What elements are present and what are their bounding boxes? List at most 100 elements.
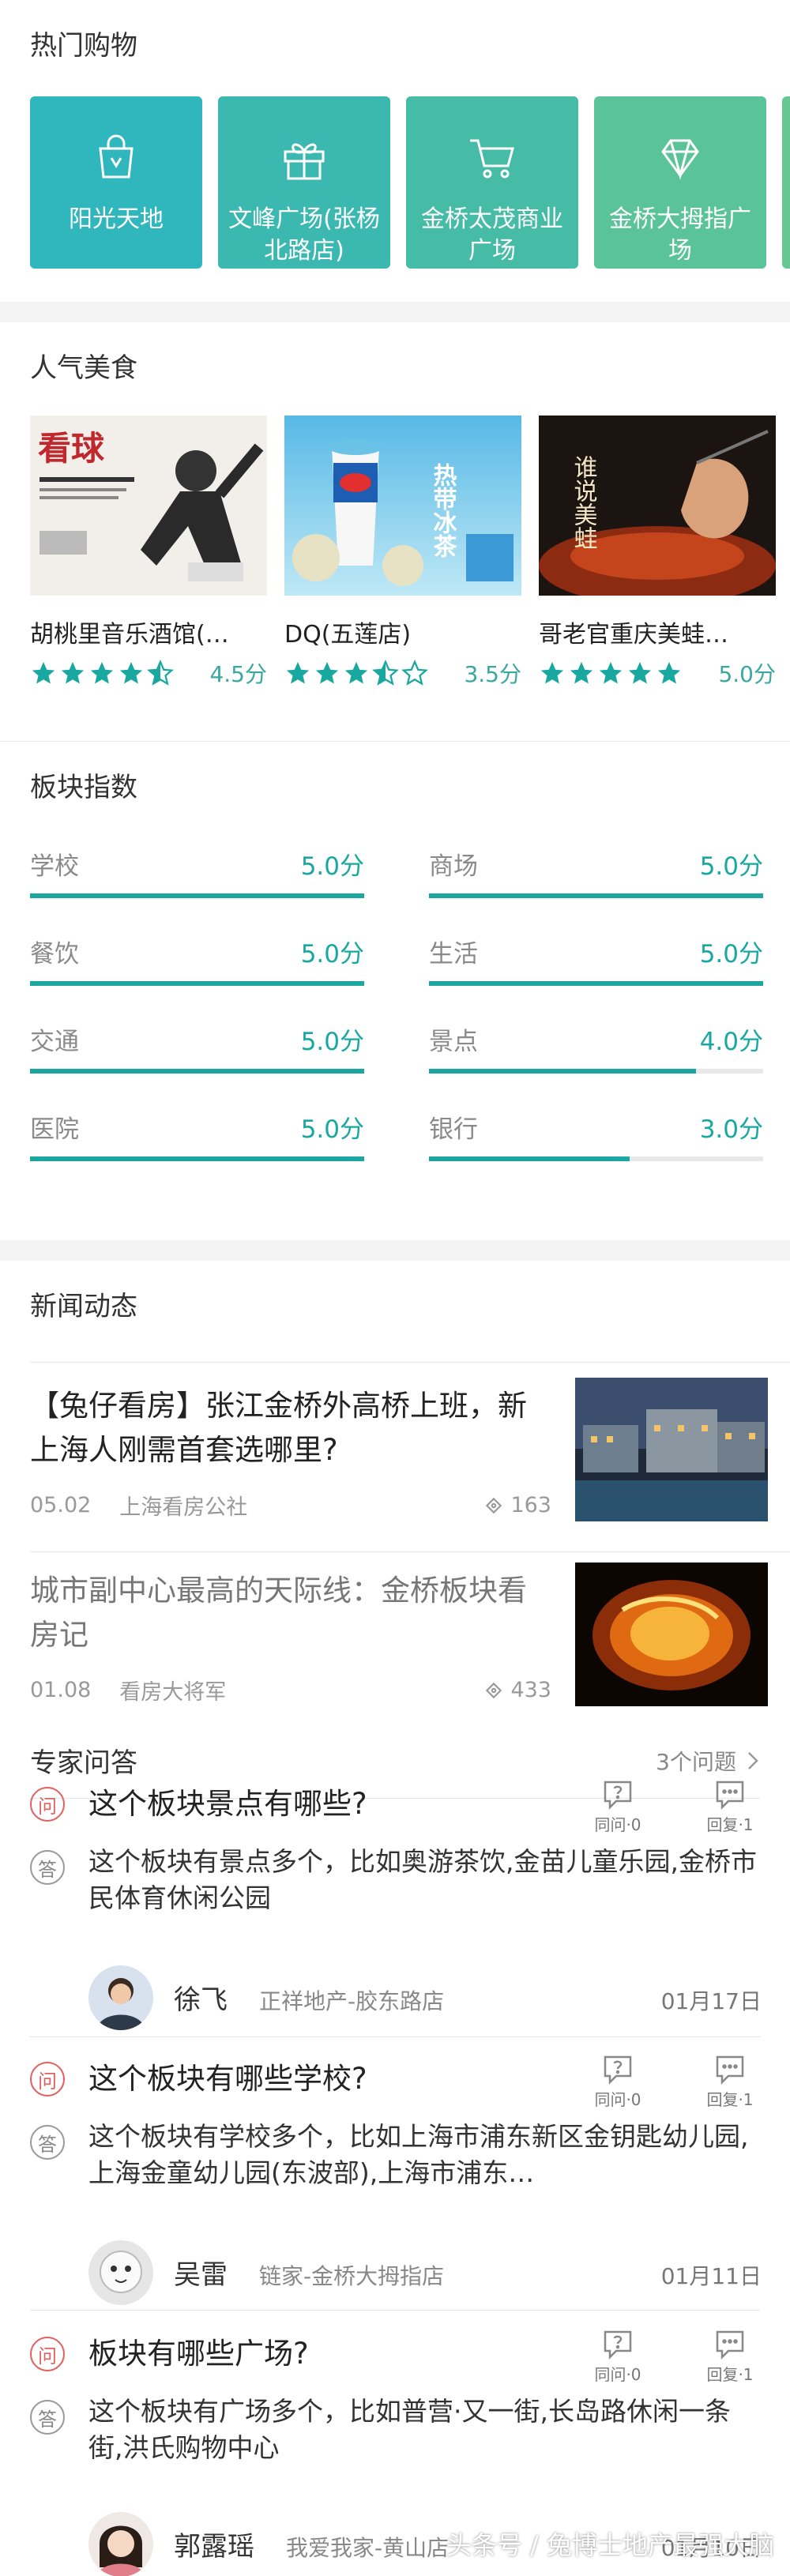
index-bar-fill — [429, 1156, 630, 1161]
news-views: 433 — [483, 1678, 551, 1702]
news-headline: 【兔仔看房】张江金桥外高桥上班，新上海人刚需首套选哪里? — [30, 1389, 527, 1467]
shop-card-more[interactable] — [782, 96, 790, 269]
star-full-icon — [628, 661, 652, 684]
answer-date: 01月11日 — [660, 2263, 762, 2289]
shop-card-yangguang[interactable]: 阳光天地 — [30, 96, 202, 269]
index-grid: 学校 5.0分 商场 5.0分 餐饮 5.0分 生活 5.0分 交通 5.0分 景点 4.0… — [30, 835, 763, 1186]
same-question-label: 同问·0 — [594, 2090, 641, 2109]
food-rating: 3.5分 — [284, 657, 521, 689]
svg-text:热带冰茶: 热带冰茶 — [429, 463, 457, 558]
news-title: 新闻动态 — [30, 1291, 137, 1322]
star-half-icon — [372, 660, 399, 686]
star-full-icon — [344, 661, 368, 684]
qa-header[interactable]: 专家问答 3个问题 — [30, 1741, 760, 1780]
shop-card-damuzhi[interactable]: 金桥大拇指广场 — [594, 96, 766, 269]
news-meta: 01.08 看房大将军 433 — [30, 1675, 551, 1705]
star-half-icon — [147, 660, 174, 686]
food-rating: 4.5分 — [30, 657, 267, 689]
news-source: 看房大将军 — [119, 1680, 227, 1705]
food-list: 看球 胡桃里音乐酒馆(… 4.5分 热带冰茶 DQ(五莲店) 3.5分 谁说美蛙… — [30, 416, 776, 689]
answerer[interactable]: 徐飞 正祥地产-胶东路店 01月17日 — [88, 1965, 762, 2030]
shopping-bag-icon — [99, 134, 134, 179]
index-bar — [30, 1069, 364, 1074]
reply-button[interactable]: 回复·1 — [698, 2329, 762, 2385]
food-image: 看球 — [30, 416, 267, 596]
same-question-button[interactable]: 同问·0 — [586, 2329, 649, 2385]
star-empty-icon — [401, 660, 428, 686]
watermark: 头条号 / 兔博士地产最强大脑 — [446, 2530, 774, 2560]
index-bar-fill — [429, 981, 763, 986]
shop-card-label: 文峰广场(张杨北路店) — [228, 205, 380, 265]
qa-item[interactable]: 问 这个板块景点有哪些? 同问·0 回复·1 答 这个板块有景点多个，比如奥游茶… — [30, 1781, 762, 2030]
answerer-name: 郭露瑶 — [174, 2531, 254, 2563]
index-value: 4.0分 — [699, 1028, 763, 1056]
reply-button[interactable]: 回复·1 — [698, 2054, 762, 2110]
star-full-icon — [570, 661, 593, 684]
news-thumbnail — [575, 1563, 768, 1706]
reply-label: 回复·1 — [706, 2090, 754, 2109]
star-full-icon — [61, 661, 85, 684]
rating-score: 3.5分 — [464, 661, 521, 687]
answer-text: 这个板块有景点多个，比如奥游茶饮,金苗儿童乐园,金桥市民体育休闲公园 — [88, 1846, 757, 1913]
answerer[interactable]: 吴雷 链家-金桥大拇指店 01月11日 — [88, 2240, 762, 2305]
food-name: 胡桃里音乐酒馆(… — [30, 621, 229, 649]
question-badge: 问 — [30, 2337, 65, 2371]
qa-title: 专家问答 — [30, 1747, 137, 1779]
index-item: 餐饮 5.0分 — [30, 923, 364, 1010]
index-bar — [30, 893, 364, 898]
index-item: 交通 5.0分 — [30, 1010, 364, 1098]
answerer-company: 链家-金桥大拇指店 — [259, 2263, 445, 2289]
index-bar — [429, 1069, 763, 1074]
same-question-button[interactable]: 同问·0 — [586, 1779, 649, 1835]
index-bar — [429, 981, 763, 986]
news-meta: 05.02 上海看房公社 163 — [30, 1490, 551, 1521]
avatar — [88, 2240, 153, 2305]
shop-card-wenfeng[interactable]: 文峰广场(张杨北路店) — [218, 96, 390, 269]
cart-icon — [470, 139, 514, 179]
answer-badge: 答 — [30, 2400, 65, 2435]
qa-item[interactable]: 问 这个板块有哪些学校? 同问·0 回复·1 答 这个板块有学校多个，比如上海市… — [30, 2055, 762, 2305]
question-text: 这个板块景点有哪些? — [88, 1787, 367, 1821]
avatar — [88, 1965, 153, 2030]
news-item[interactable]: 【兔仔看房】张江金桥外高桥上班，新上海人刚需首套选哪里? 05.02 上海看房公… — [30, 1378, 768, 1544]
index-section: 板块指数 学校 5.0分 商场 5.0分 餐饮 5.0分 生活 5.0分 交通 5.0分 … — [0, 741, 790, 1240]
qa-count-label: 3个问题 — [656, 1748, 736, 1775]
avatar — [88, 2512, 153, 2576]
index-bar — [429, 1156, 763, 1161]
star-full-icon — [599, 661, 623, 684]
food-section: 人气美食 看球 胡桃里音乐酒馆(… 4.5分 热带冰茶 DQ(五莲店) 3.5分… — [0, 322, 790, 741]
food-item[interactable]: 热带冰茶 DQ(五莲店) 3.5分 — [284, 416, 521, 689]
star-full-icon — [315, 661, 339, 684]
food-title: 人气美食 — [30, 352, 137, 384]
food-item[interactable]: 看球 胡桃里音乐酒馆(… 4.5分 — [30, 416, 267, 689]
rating-score: 5.0分 — [718, 661, 776, 687]
news-item[interactable]: 城市副中心最高的天际线：金桥板块看房记 01.08 看房大将军 433 — [30, 1563, 768, 1728]
eye-icon — [486, 1682, 502, 1698]
news-thumbnail — [575, 1378, 768, 1521]
reply-button[interactable]: 回复·1 — [698, 1779, 762, 1835]
same-question-button[interactable]: 同问·0 — [586, 2054, 649, 2110]
index-bar-fill — [30, 981, 364, 986]
star-full-icon — [286, 661, 310, 684]
qa-count[interactable]: 3个问题 — [656, 1745, 760, 1777]
question-badge: 问 — [30, 2062, 65, 2097]
index-bar — [30, 1156, 364, 1161]
index-name: 餐饮 — [30, 940, 79, 968]
diamond-icon — [661, 139, 699, 180]
news-view-count: 163 — [510, 1493, 551, 1517]
index-title: 板块指数 — [30, 772, 137, 803]
index-name: 交通 — [30, 1028, 79, 1056]
page: 热门购物 阳光天地 文峰广场(张杨北路店) 金桥太茂商业广场 金桥大拇指广场 人… — [0, 0, 790, 2576]
eye-icon — [486, 1497, 502, 1514]
index-item: 医院 5.0分 — [30, 1098, 364, 1186]
index-name: 景点 — [429, 1028, 478, 1056]
star-full-icon — [119, 661, 143, 684]
reply-bubble-icon — [716, 2055, 744, 2085]
food-item[interactable]: 谁说美蛙 哥老官重庆美蛙… 5.0分 — [539, 416, 776, 689]
index-name: 医院 — [30, 1115, 79, 1144]
index-value: 5.0分 — [300, 1115, 364, 1144]
shop-card-taimao[interactable]: 金桥太茂商业广场 — [406, 96, 578, 269]
rating-stars — [539, 660, 683, 686]
question-text: 板块有哪些广场? — [88, 2337, 309, 2371]
rating-stars — [284, 660, 428, 686]
